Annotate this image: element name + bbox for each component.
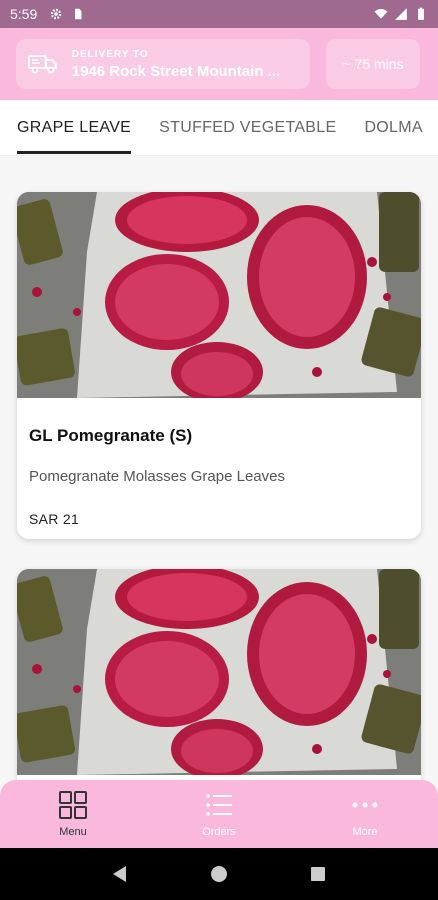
product-image — [17, 569, 421, 775]
pomegranate-photo-icon — [17, 569, 421, 775]
delivery-address: 1946 Rock Street Mountain ... — [71, 62, 281, 80]
category-tabs: GRAPE LEAVE STUFFED VEGETABLE DOLMA I — [0, 100, 438, 156]
list-icon — [206, 794, 232, 816]
delivery-label: DELIVERY TO — [71, 48, 149, 60]
system-navigation-bar — [0, 848, 438, 900]
product-image — [17, 192, 421, 398]
wifi-icon — [374, 9, 388, 19]
tab-grape-leave[interactable]: GRAPE LEAVE — [17, 100, 132, 155]
product-list: GL Pomegranate (S) Pomegranate Molasses … — [0, 156, 438, 780]
app-header: DELIVERY TO 1946 Rock Street Mountain ..… — [0, 28, 438, 100]
nav-menu[interactable]: Menu — [0, 780, 146, 848]
recents-icon[interactable] — [309, 865, 327, 883]
gear-icon — [51, 8, 62, 20]
nav-more-label: More — [352, 826, 378, 838]
eta-badge[interactable]: ~ 75 mins — [326, 39, 420, 89]
status-bar: 5:59 — [0, 0, 438, 28]
nav-orders[interactable]: Orders — [146, 780, 292, 848]
nav-more[interactable]: More — [292, 780, 438, 848]
bottom-navigation: Menu Orders More — [0, 780, 438, 848]
tab-stuffed-vegetable[interactable]: STUFFED VEGETABLE — [159, 100, 336, 155]
nav-orders-label: Orders — [202, 826, 236, 838]
product-card[interactable]: GL Pomegranate (S) Pomegranate Molasses … — [17, 192, 421, 539]
pomegranate-photo-icon — [17, 192, 421, 398]
product-description: Pomegranate Molasses Grape Leaves — [29, 468, 285, 485]
delivery-truck-icon — [28, 55, 57, 74]
product-title: GL Pomegranate (S) — [29, 426, 193, 445]
home-icon[interactable] — [210, 865, 228, 883]
nav-menu-label: Menu — [59, 826, 87, 838]
signal-icon — [395, 8, 407, 20]
grid-icon — [59, 791, 87, 819]
sim-icon — [75, 8, 82, 20]
product-card[interactable] — [17, 569, 421, 780]
product-price: SAR 21 — [29, 511, 80, 527]
status-time: 5:59 — [10, 6, 38, 22]
tab-dolma[interactable]: DOLMA — [364, 100, 422, 155]
back-icon[interactable] — [111, 865, 129, 883]
battery-icon — [418, 7, 424, 20]
delivery-address-button[interactable]: DELIVERY TO 1946 Rock Street Mountain ..… — [16, 39, 310, 89]
more-dots-icon — [352, 802, 378, 808]
